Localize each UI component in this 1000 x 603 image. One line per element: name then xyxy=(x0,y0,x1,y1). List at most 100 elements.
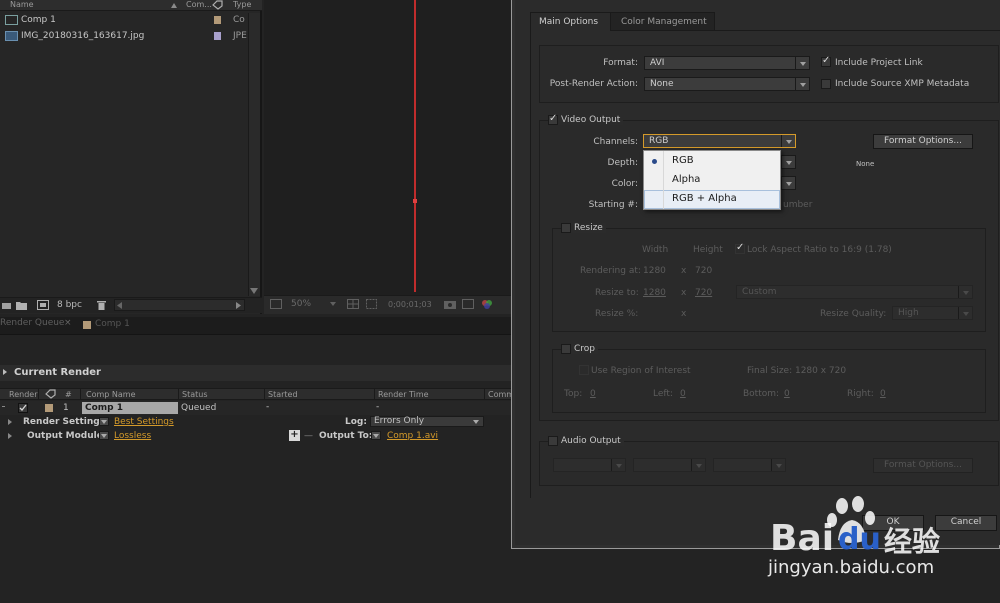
crop-right-value[interactable]: 0 xyxy=(880,389,886,399)
column-divider[interactable] xyxy=(178,388,179,400)
scroll-down-icon[interactable] xyxy=(250,287,258,294)
include-xmp-label: Include Source XMP Metadata xyxy=(835,79,970,89)
zoom-select[interactable]: 50% xyxy=(291,299,311,309)
lock-aspect-checkbox[interactable] xyxy=(735,242,745,254)
label-swatch[interactable] xyxy=(214,32,221,40)
resize-to-width[interactable]: 1280 xyxy=(643,288,666,298)
format-select[interactable]: AVI xyxy=(644,56,810,70)
audio-depth-select[interactable] xyxy=(633,458,706,472)
output-to-dropdown[interactable] xyxy=(371,431,381,440)
resize-checkbox[interactable] xyxy=(561,223,571,233)
column-comp-name[interactable]: Comp Name xyxy=(86,390,136,399)
new-folder-icon[interactable] xyxy=(16,300,27,310)
project-item-comp[interactable]: Comp 1 Co xyxy=(0,13,262,28)
remove-output-module-button[interactable]: — xyxy=(304,431,313,441)
depth-select[interactable] xyxy=(779,155,796,169)
add-output-module-button[interactable]: + xyxy=(289,430,300,441)
tab-comp[interactable]: Comp 1 xyxy=(95,319,130,329)
tab-color-management[interactable]: Color Management xyxy=(610,12,715,30)
crop-top-value[interactable]: 0 xyxy=(590,389,596,399)
resize-preset-select[interactable]: Custom xyxy=(736,285,973,299)
format-options-button[interactable]: Format Options... xyxy=(873,134,973,149)
anchor-point-handle[interactable] xyxy=(413,199,417,203)
label-swatch[interactable] xyxy=(45,404,53,412)
resize-quality-select[interactable]: High xyxy=(892,306,973,320)
channel-rgb-icon[interactable] xyxy=(481,299,493,309)
column-type[interactable]: Type xyxy=(233,0,251,10)
include-xmp-checkbox[interactable] xyxy=(821,79,831,89)
current-time-display[interactable]: 0;00;01;03 xyxy=(388,300,432,309)
interpret-footage-icon[interactable] xyxy=(2,301,11,310)
crop-bottom-value[interactable]: 0 xyxy=(784,389,790,399)
crop-left-value[interactable]: 0 xyxy=(680,389,686,399)
output-module-link[interactable]: Lossless xyxy=(114,431,151,441)
column-started[interactable]: Started xyxy=(268,390,298,399)
scroll-right-icon[interactable] xyxy=(236,302,241,309)
audio-output-checkbox[interactable] xyxy=(548,436,558,446)
close-tab-icon[interactable]: × xyxy=(64,318,72,328)
column-number[interactable]: # xyxy=(65,390,72,399)
item-comp-name[interactable]: Comp 1 xyxy=(82,402,178,414)
column-divider[interactable] xyxy=(374,388,375,400)
color-select[interactable] xyxy=(779,176,796,190)
output-module-dropdown[interactable] xyxy=(99,431,109,440)
audio-rate-select[interactable] xyxy=(553,458,626,472)
resize-to-height[interactable]: 720 xyxy=(695,288,712,298)
column-comment[interactable]: Com... xyxy=(186,0,212,10)
label-tag-icon[interactable] xyxy=(45,389,56,399)
column-divider[interactable] xyxy=(80,388,81,400)
project-horizontal-scrollbar[interactable] xyxy=(114,299,245,311)
render-settings-link[interactable]: Best Settings xyxy=(114,417,174,427)
column-render[interactable]: Render xyxy=(9,390,37,399)
region-of-interest-icon[interactable] xyxy=(366,299,377,309)
expand-output-module-icon[interactable] xyxy=(8,433,12,439)
show-snapshot-icon[interactable] xyxy=(462,299,474,309)
video-output-checkbox[interactable] xyxy=(548,113,558,125)
menu-item-rgb-alpha[interactable]: RGB + Alpha xyxy=(672,193,737,204)
channels-value: RGB xyxy=(649,136,669,146)
label-tag-icon[interactable] xyxy=(212,0,223,10)
column-divider[interactable] xyxy=(38,388,39,400)
tab-main-options[interactable]: Main Options xyxy=(530,12,611,31)
trash-icon[interactable] xyxy=(97,300,106,310)
sort-arrow-icon[interactable] xyxy=(170,2,178,9)
column-name[interactable]: Name xyxy=(10,0,34,10)
menu-item-alpha[interactable]: Alpha xyxy=(672,174,700,185)
project-vertical-scrollbar[interactable] xyxy=(248,13,260,296)
scroll-left-icon[interactable] xyxy=(117,302,122,309)
bit-depth-toggle[interactable]: 8 bpc xyxy=(57,300,82,310)
render-settings-dropdown[interactable] xyxy=(99,417,109,426)
new-composition-icon[interactable] xyxy=(37,300,49,310)
magnify-icon[interactable] xyxy=(270,299,282,309)
audio-format-options-button[interactable]: Format Options... xyxy=(873,458,973,473)
render-queue-item[interactable] xyxy=(0,401,512,415)
column-status[interactable]: Status xyxy=(182,390,208,399)
crop-checkbox[interactable] xyxy=(561,344,571,354)
post-render-select[interactable]: None xyxy=(644,77,810,91)
current-render-title[interactable]: Current Render xyxy=(14,367,101,378)
project-item-image[interactable]: IMG_20180316_163617.jpg JPE xyxy=(0,29,262,44)
audio-channels-select[interactable] xyxy=(713,458,786,472)
snapshot-icon[interactable] xyxy=(444,299,456,309)
column-divider[interactable] xyxy=(264,388,265,400)
menu-item-rgb[interactable]: RGB xyxy=(672,155,694,166)
include-project-link-checkbox[interactable] xyxy=(821,55,831,67)
tab-render-queue[interactable]: Render Queue xyxy=(0,318,64,328)
channels-select[interactable]: RGB xyxy=(643,134,796,148)
cancel-button[interactable]: Cancel xyxy=(935,515,997,531)
column-divider[interactable] xyxy=(484,388,485,400)
render-checkbox[interactable] xyxy=(18,403,28,413)
composition-viewer[interactable] xyxy=(264,0,512,314)
log-select[interactable]: Errors Only xyxy=(370,416,484,427)
chevron-down-icon xyxy=(958,307,972,319)
panel-tab-bar xyxy=(0,317,512,335)
column-render-time[interactable]: Render Time xyxy=(378,390,429,399)
label-swatch[interactable] xyxy=(214,16,221,24)
zoom-dropdown-icon[interactable] xyxy=(330,302,336,306)
output-to-link[interactable]: Comp 1.avi xyxy=(387,431,438,441)
rendering-at-width: 1280 xyxy=(643,266,666,276)
expand-render-settings-icon[interactable] xyxy=(8,419,12,425)
grid-icon[interactable] xyxy=(347,299,359,309)
use-roi-checkbox[interactable] xyxy=(579,365,589,375)
expand-arrow-icon[interactable] xyxy=(3,369,7,375)
